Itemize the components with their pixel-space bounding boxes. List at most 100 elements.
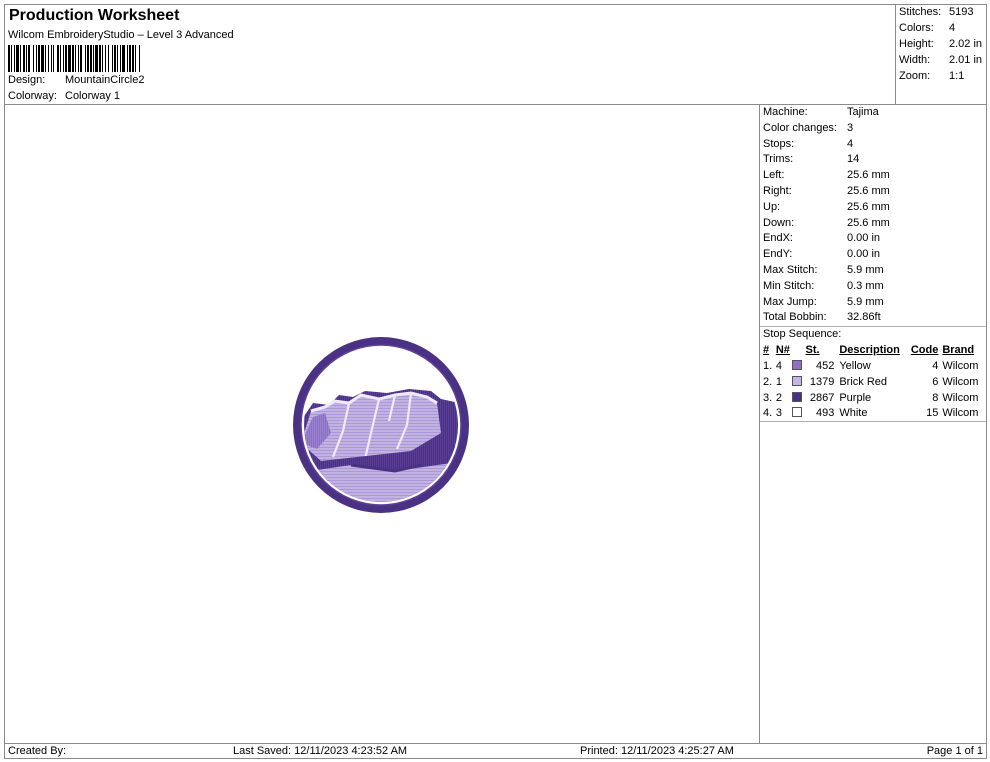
detail-value: 0.00 in [847, 232, 881, 245]
col-description: Description [839, 344, 900, 357]
stop-code: 15 [926, 407, 939, 420]
stop-stitches: 493 [815, 407, 835, 420]
stop-num: 4. [763, 407, 773, 420]
detail-label: EndX: [763, 232, 793, 245]
detail-value: 5.9 mm [847, 263, 884, 276]
color-swatch [791, 375, 802, 386]
detail-row: Total Bobbin: 32.86ft [760, 310, 986, 326]
stop-description: Brick Red [839, 375, 888, 388]
detail-row: Min Stitch: 0.3 mm [760, 279, 986, 295]
barcode-icon [8, 45, 140, 72]
stop-brand: Wilcom [942, 360, 979, 373]
detail-value: Tajima [847, 106, 879, 118]
stop-needle: 4 [775, 360, 782, 373]
stop-needle: 3 [775, 407, 782, 420]
mountain-circle-design [293, 337, 469, 513]
summary-zoom: Zoom: 1:1 [899, 70, 965, 82]
summary-stitches: Stitches: 5193 [899, 6, 974, 18]
detail-label: Total Bobbin: [763, 311, 827, 324]
page-title: Production Worksheet [9, 7, 180, 24]
detail-value: 0.3 mm [847, 279, 884, 292]
created-by: Created By: [8, 745, 67, 757]
software-name: Wilcom EmbroideryStudio – Level 3 Advanc… [8, 29, 234, 41]
stop-num: 3. [763, 391, 773, 404]
detail-label: Min Stitch: [763, 279, 815, 292]
stop-stitches: 1379 [809, 375, 835, 388]
page-number: Page 1 of 1 [926, 745, 983, 757]
col-num: # [763, 344, 770, 357]
detail-value: 4 [847, 137, 854, 150]
stop-table-header: # N# St. Description Code Brand [760, 342, 986, 358]
stop-brand: Wilcom [942, 407, 979, 420]
stop-description: Yellow [839, 360, 871, 373]
detail-value: 5.9 mm [847, 295, 884, 308]
detail-label: Color changes: [763, 121, 837, 134]
detail-label: Left: [763, 169, 785, 182]
design-value: MountainCircle2 [65, 74, 145, 86]
detail-row: Color changes: 3 [760, 121, 986, 137]
detail-row: Stops: 4 [760, 137, 986, 153]
stop-code: 6 [932, 375, 939, 388]
machine-details-panel: Machine: Tajima Color changes: 3 Stops: 4 Trim… [760, 105, 986, 422]
stop-code: 8 [932, 391, 939, 404]
detail-value: 25.6 mm [847, 169, 890, 182]
summary-colors: Colors: 4 [899, 22, 956, 34]
detail-row: Up: 25.6 mm [760, 200, 986, 216]
stop-row: 2. 1 1379 Brick Red 6 Wilcom [760, 374, 986, 390]
detail-value: 0.00 in [847, 248, 881, 261]
detail-value: 25.6 mm [847, 184, 890, 197]
stop-brand: Wilcom [942, 375, 979, 388]
detail-row: Machine: Tajima [760, 105, 986, 121]
design-row: Design: MountainCircle2 [8, 74, 144, 86]
stop-row: 4. 3 493 White 15 Wilcom [760, 406, 986, 422]
detail-label: Machine: [763, 106, 808, 118]
detail-row: Max Jump: 5.9 mm [760, 295, 986, 311]
color-swatch [791, 360, 802, 371]
stop-row: 1. 4 452 Yellow 4 Wilcom [760, 358, 986, 374]
stop-description: Purple [839, 391, 872, 404]
design-preview-canvas [5, 105, 760, 743]
detail-label: EndY: [763, 248, 793, 261]
detail-label: Down: [763, 216, 795, 229]
stop-stitches: 452 [815, 360, 835, 373]
colorway-value: Colorway 1 [65, 90, 121, 102]
detail-label: Right: [763, 184, 792, 197]
detail-row: Max Stitch: 5.9 mm [760, 263, 986, 279]
stop-needle: 2 [775, 391, 782, 404]
detail-row: Trims: 14 [760, 152, 986, 168]
detail-value: 25.6 mm [847, 216, 890, 229]
stop-num: 2. [763, 375, 773, 388]
detail-value: 14 [847, 153, 860, 166]
design-label: Design: [8, 74, 46, 86]
stop-code: 4 [932, 360, 939, 373]
last-saved: Last Saved: 12/11/2023 4:23:52 AM [233, 745, 408, 757]
detail-label: Up: [763, 200, 781, 213]
detail-row: Down: 25.6 mm [760, 216, 986, 232]
stop-brand: Wilcom [942, 391, 979, 404]
stop-stitches: 2867 [809, 391, 835, 404]
color-swatch [791, 407, 802, 418]
detail-label: Max Jump: [763, 295, 817, 308]
printed-date: Printed: 12/11/2023 4:25:27 AM [580, 745, 734, 757]
summary-width: Width: 2.01 in [899, 54, 983, 66]
colorway-label: Colorway: [8, 90, 57, 102]
color-swatch [791, 391, 802, 402]
col-needle: N# [775, 344, 790, 357]
worksheet-footer: Created By: Last Saved: 12/11/2023 4:23:… [5, 743, 986, 759]
col-code: Code [910, 344, 939, 357]
worksheet-page: Production Worksheet Wilcom EmbroiderySt… [4, 4, 987, 759]
col-brand: Brand [942, 344, 975, 357]
summary-height: Height: 2.02 in [899, 38, 983, 50]
stop-row: 3. 2 2867 Purple 8 Wilcom [760, 390, 986, 406]
detail-row: Right: 25.6 mm [760, 184, 986, 200]
stop-sequence-title: Stop Sequence: [760, 326, 986, 342]
detail-row: EndY: 0.00 in [760, 247, 986, 263]
colorway-row: Colorway: Colorway 1 [8, 90, 120, 102]
detail-label: Trims: [763, 153, 794, 166]
col-stitches: St. [805, 344, 820, 357]
detail-row: EndX: 0.00 in [760, 231, 986, 247]
detail-value: 25.6 mm [847, 200, 890, 213]
detail-label: Max Stitch: [763, 263, 818, 276]
stop-description: White [839, 407, 868, 420]
worksheet-header: Production Worksheet Wilcom EmbroiderySt… [5, 5, 896, 105]
